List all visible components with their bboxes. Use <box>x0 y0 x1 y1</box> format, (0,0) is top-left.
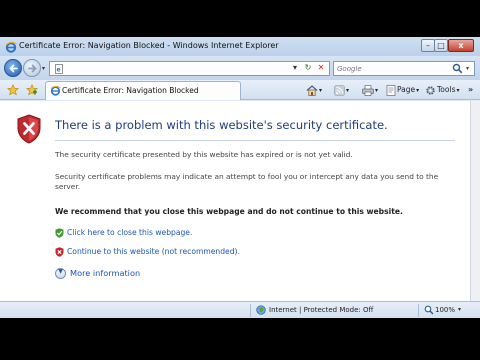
address-dropdown[interactable]: ▾ <box>288 61 302 76</box>
feeds-button[interactable]: ▾ <box>334 84 349 97</box>
home-button[interactable]: ▾ <box>306 84 322 97</box>
status-separator <box>418 304 419 317</box>
page-content: There is a problem with this website's s… <box>0 101 470 301</box>
security-zone-status[interactable]: Internet | Protected Mode: Off <box>269 306 373 314</box>
divider <box>55 140 455 141</box>
maximize-icon: □ <box>437 41 445 50</box>
recommendation-text: We recommend that you close this webpage… <box>55 207 403 216</box>
vertical-scrollbar[interactable] <box>470 101 480 301</box>
page-icon <box>50 85 61 96</box>
zoom-level[interactable]: 100% <box>435 306 455 314</box>
title-bar: Certificate Error: Navigation Blocked - … <box>0 37 480 56</box>
rss-feed-icon <box>334 84 345 96</box>
favorites-star-icon[interactable] <box>7 84 19 96</box>
feeds-dropdown[interactable]: ▾ <box>346 87 349 94</box>
print-dropdown[interactable]: ▾ <box>375 87 378 94</box>
search-box[interactable]: ▾ <box>333 61 475 76</box>
minimize-button[interactable]: – <box>421 39 435 52</box>
page-menu-label: Page <box>397 85 416 94</box>
forward-button[interactable] <box>23 59 41 77</box>
tools-menu-label: Tools <box>437 85 456 94</box>
home-icon <box>306 84 318 96</box>
svg-text:e: e <box>57 67 61 74</box>
printer-icon <box>362 84 374 96</box>
green-shield-check-icon <box>55 228 64 238</box>
forward-arrow-icon <box>28 64 37 73</box>
page-menu-icon <box>386 84 396 96</box>
stop-button[interactable]: ✕ <box>314 61 328 76</box>
close-webpage-link[interactable]: Click here to close this webpage. <box>67 228 192 237</box>
status-bar: Internet | Protected Mode: Off 100% ▾ <box>0 301 480 318</box>
tab-certificate-error[interactable]: Certificate Error: Navigation Blocked <box>45 81 241 100</box>
back-arrow-icon <box>9 64 18 73</box>
more-commands-chevron-icon[interactable]: » <box>468 85 473 94</box>
page-menu[interactable]: Page▾ <box>386 84 419 97</box>
gear-icon <box>426 85 435 95</box>
globe-icon <box>256 305 266 315</box>
red-shield-x-icon <box>17 114 41 144</box>
security-warning-text: Security certificate problems may indica… <box>55 172 439 191</box>
search-dropdown[interactable]: ▾ <box>466 62 469 75</box>
back-button[interactable] <box>4 59 22 77</box>
page-title: There is a problem with this website's s… <box>55 118 388 132</box>
expired-certificate-text: The security certificate presented by th… <box>55 150 353 159</box>
home-dropdown[interactable]: ▾ <box>319 87 322 94</box>
red-shield-x-icon <box>55 247 64 257</box>
expand-chevron-icon[interactable]: ▼ <box>55 268 66 279</box>
maximize-button[interactable]: □ <box>434 39 448 52</box>
navigation-bar: ▾ e ▾ ↻ ✕ ▾ <box>0 56 480 80</box>
ie-window: Certificate Error: Navigation Blocked - … <box>0 37 480 318</box>
minimize-icon: – <box>426 41 430 50</box>
close-icon: x <box>458 41 464 50</box>
print-button[interactable]: ▾ <box>362 84 378 97</box>
more-information-link[interactable]: More information <box>70 268 140 278</box>
status-separator <box>250 304 251 317</box>
zoom-dropdown[interactable]: ▾ <box>458 306 461 313</box>
zoom-magnifier-icon <box>424 305 434 315</box>
close-window-button[interactable]: x <box>448 39 474 52</box>
tab-label: Certificate Error: Navigation Blocked <box>62 86 199 95</box>
page-dropdown: ▾ <box>416 87 420 94</box>
refresh-button[interactable]: ↻ <box>301 61 315 76</box>
search-icon[interactable] <box>452 63 463 74</box>
page-icon: e <box>55 64 63 74</box>
tools-dropdown: ▾ <box>456 87 460 94</box>
command-bar: Certificate Error: Navigation Blocked ▾ … <box>0 80 480 100</box>
window-title: Certificate Error: Navigation Blocked - … <box>19 41 279 50</box>
add-favorites-icon[interactable] <box>26 84 38 96</box>
recent-pages-dropdown[interactable]: ▾ <box>42 65 45 72</box>
tools-menu[interactable]: Tools▾ <box>425 84 460 97</box>
continue-to-website-link[interactable]: Continue to this website (not recommende… <box>67 247 240 256</box>
ie-logo-icon <box>5 41 17 53</box>
search-input[interactable] <box>337 63 447 74</box>
